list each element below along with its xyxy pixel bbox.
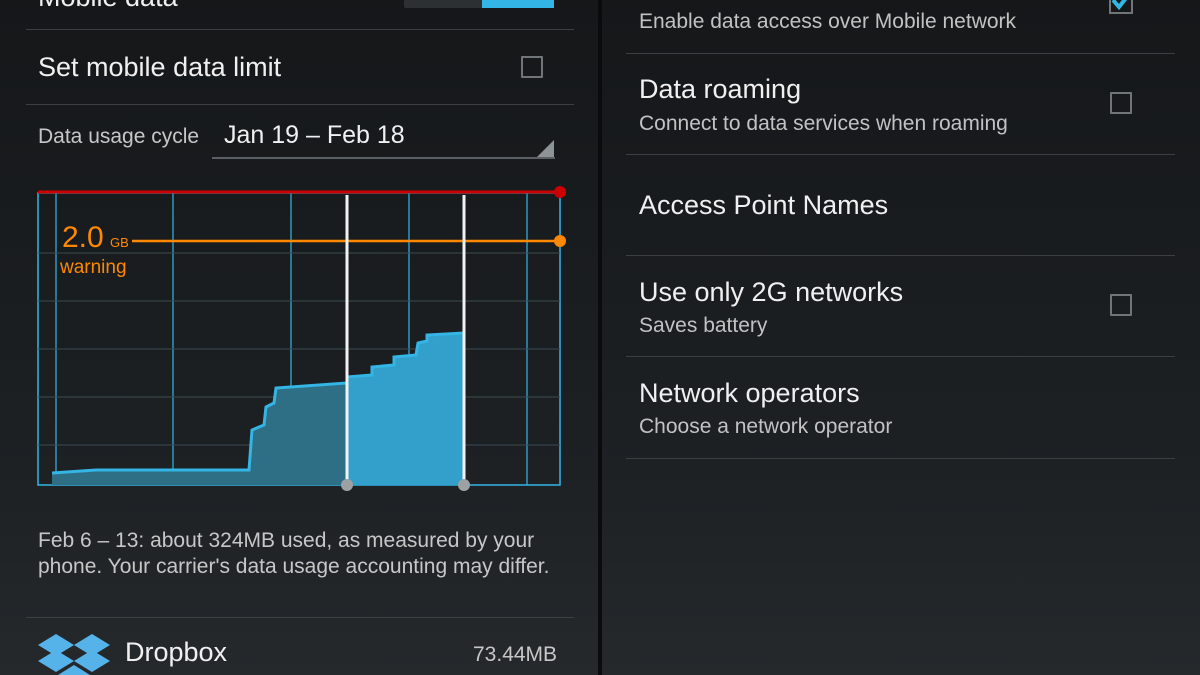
warning-value: 2.0	[62, 221, 104, 254]
divider	[26, 104, 574, 105]
mobile-network-settings-panel: Enable data access over Mobile network D…	[602, 0, 1200, 675]
data-roaming-title: Data roaming	[639, 74, 802, 104]
data-usage-cycle-label: Data usage cycle	[38, 125, 200, 148]
mobile-data-subtitle: Enable data access over Mobile network	[639, 10, 1017, 33]
use-2g-checkbox[interactable]	[1110, 294, 1132, 316]
set-limit-checkbox[interactable]	[521, 56, 543, 78]
use-2g-title: Use only 2G networks	[639, 277, 904, 307]
range-start-handle[interactable]	[341, 479, 353, 491]
cycle-value: Jan 19 – Feb 18	[224, 121, 405, 149]
dropdown-arrow-icon	[537, 140, 554, 157]
divider	[626, 458, 1175, 459]
network-operators-title: Network operators	[639, 378, 860, 408]
limit-handle[interactable]	[554, 186, 566, 198]
access-point-names-title: Access Point Names	[639, 190, 889, 220]
divider	[626, 255, 1175, 256]
data-roaming-subtitle: Connect to data services when roaming	[639, 112, 1008, 135]
divider	[626, 53, 1175, 54]
divider	[626, 154, 1175, 155]
toggle-on-indicator	[482, 0, 554, 8]
spinner-underline	[212, 157, 555, 159]
mobile-data-label: Mobile data	[38, 0, 178, 13]
data-roaming-checkbox[interactable]	[1110, 92, 1132, 114]
set-mobile-data-limit-label: Set mobile data limit	[38, 52, 282, 82]
use-2g-subtitle: Saves battery	[639, 314, 768, 337]
warning-unit: GB	[110, 235, 129, 250]
data-usage-chart: 2.0 GB warning	[37, 186, 566, 491]
mobile-data-checkbox[interactable]	[1109, 0, 1133, 14]
warning-label: warning	[59, 257, 127, 278]
usage-summary: Feb 6 – 13: about 324MB used, as measure…	[38, 529, 550, 578]
divider	[626, 356, 1175, 357]
check-icon	[1111, 0, 1128, 11]
data-usage-panel: Mobile data Set mobile data limit Data u…	[0, 0, 598, 675]
dropbox-icon	[38, 634, 110, 675]
divider	[26, 617, 574, 618]
network-operators-subtitle: Choose a network operator	[639, 415, 893, 438]
range-end-handle[interactable]	[458, 479, 470, 491]
app-usage-size: 73.44MB	[473, 643, 558, 666]
warning-handle[interactable]	[554, 235, 566, 247]
mobile-data-toggle[interactable]	[404, 0, 554, 8]
divider	[26, 29, 574, 30]
app-name: Dropbox	[125, 637, 228, 667]
